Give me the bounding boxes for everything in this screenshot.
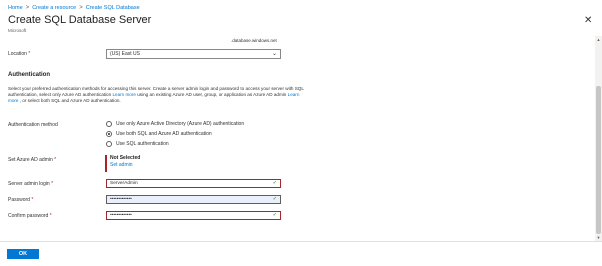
azure-ad-admin-label: Set Azure AD admin * (8, 157, 57, 163)
breadcrumb-create-sql-database[interactable]: Create SQL Database (86, 5, 140, 11)
chevron-right-icon: > (79, 5, 83, 11)
breadcrumb: Home > Create a resource > Create SQL Da… (8, 5, 140, 11)
radio-button-selected[interactable] (106, 131, 112, 137)
checkmark-icon: ✓ (272, 196, 277, 202)
checkmark-icon: ✓ (272, 180, 277, 186)
breadcrumb-home[interactable]: Home (8, 5, 23, 11)
radio-button[interactable] (106, 121, 112, 127)
server-admin-login-label: Server admin login * (8, 181, 54, 187)
breadcrumb-create-resource[interactable]: Create a resource (32, 5, 76, 11)
vertical-scrollbar[interactable]: ▲ ▼ (595, 36, 602, 241)
close-icon[interactable]: ✕ (584, 15, 592, 26)
confirm-password-input[interactable]: ••••••••••••• ✓ (106, 211, 281, 220)
radio-button[interactable] (106, 141, 112, 147)
scroll-thumb[interactable] (596, 86, 601, 234)
confirm-password-label: Confirm password * (8, 213, 52, 219)
authentication-method-radio-group: Use only Azure Active Directory (Azure A… (106, 119, 244, 149)
radio-sql-and-azure-ad[interactable]: Use both SQL and Azure AD authentication (106, 129, 244, 139)
ok-button[interactable]: OK (7, 249, 39, 259)
radio-sql-only[interactable]: Use SQL authentication (106, 139, 244, 149)
set-admin-link[interactable]: Set admin (110, 162, 140, 169)
learn-more-link-1[interactable]: Learn more (112, 92, 136, 97)
location-select[interactable]: (US) East US ⌄ (106, 49, 281, 59)
azure-ad-admin-field: Not Selected Set admin (105, 155, 140, 172)
password-label: Password * (8, 197, 34, 203)
server-admin-login-input[interactable]: ServerAdmin ✓ (106, 179, 281, 188)
footer-bar: OK (0, 241, 602, 266)
admin-status: Not Selected (110, 155, 141, 161)
publisher-label: Microsoft (8, 28, 27, 33)
scroll-down-icon[interactable]: ▼ (596, 235, 601, 240)
page-title: Create SQL Database Server (8, 14, 152, 26)
chevron-down-icon: ⌄ (271, 51, 277, 57)
server-name-suffix: .database.windows.net (231, 38, 277, 43)
authentication-description: Select your preferred authentication met… (8, 86, 304, 103)
scroll-up-icon[interactable]: ▲ (596, 37, 601, 42)
password-input[interactable]: ••••••••••••• ✓ (106, 195, 281, 204)
form-content: .database.windows.net Location * (US) Ea… (0, 36, 594, 241)
radio-azure-ad-only[interactable]: Use only Azure Active Directory (Azure A… (106, 119, 244, 129)
location-label: Location * (8, 51, 31, 57)
more-options-icon[interactable]: ··· (137, 15, 147, 22)
checkmark-icon: ✓ (272, 212, 277, 218)
authentication-heading: Authentication (8, 72, 50, 78)
authentication-method-label: Authentication method (8, 122, 58, 128)
chevron-right-icon: > (25, 5, 30, 11)
